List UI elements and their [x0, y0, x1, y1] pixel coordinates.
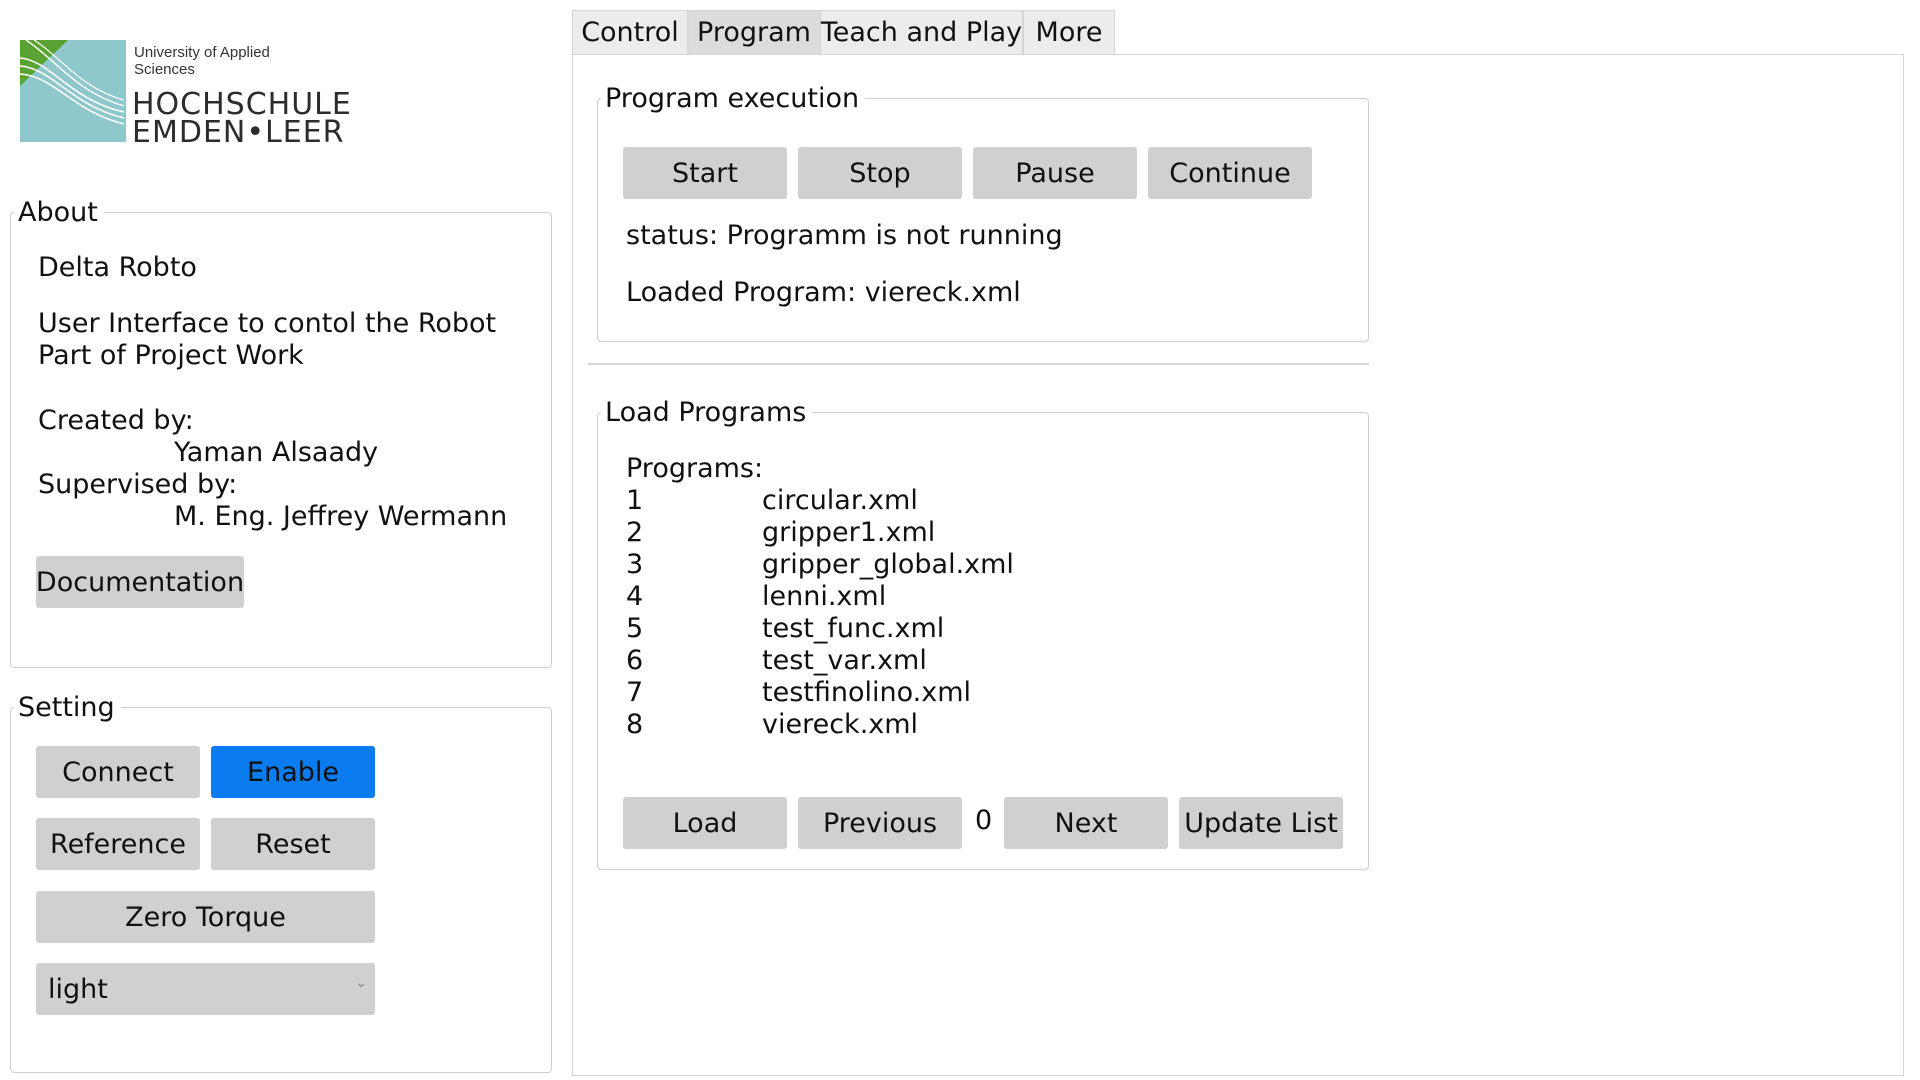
load-programs-legend: Load Programs — [601, 398, 813, 428]
program-filename: gripper_global.xml — [762, 549, 1014, 580]
pause-button[interactable]: Pause — [973, 147, 1137, 199]
about-legend: About — [14, 198, 104, 228]
program-index: 7 — [626, 677, 644, 708]
update-list-button[interactable]: Update List — [1179, 797, 1343, 849]
start-button[interactable]: Start — [623, 147, 787, 199]
program-filename: viereck.xml — [762, 709, 919, 740]
loaded-program: Loaded Program: viereck.xml — [626, 277, 1021, 308]
supervised-by-label: Supervised by: — [38, 469, 238, 500]
program-filename: circular.xml — [762, 485, 918, 516]
university-logo: University of Applied Sciences HOCHSCHUL… — [20, 38, 351, 148]
reference-button[interactable]: Reference — [36, 818, 200, 870]
program-filename: gripper1.xml — [762, 517, 936, 548]
theme-select[interactable]: light ⌄ — [36, 963, 375, 1015]
program-index: 1 — [626, 485, 644, 516]
program-index: 2 — [626, 517, 644, 548]
program-index: 5 — [626, 613, 644, 644]
tab-teach-and-play[interactable]: Teach and Play — [820, 10, 1023, 54]
program-index: 6 — [626, 645, 644, 676]
reset-button[interactable]: Reset — [211, 818, 375, 870]
created-by-label: Created by: — [38, 405, 194, 436]
program-execution-legend: Program execution — [601, 84, 866, 114]
program-filename: lenni.xml — [762, 581, 887, 612]
zero-torque-button[interactable]: Zero Torque — [36, 891, 375, 943]
program-index-counter: 0 — [975, 805, 993, 836]
setting-legend: Setting — [14, 693, 121, 723]
chevron-down-icon: ⌄ — [355, 975, 367, 991]
section-divider — [588, 363, 1369, 365]
connect-button[interactable]: Connect — [36, 746, 200, 798]
supervised-by-name: M. Eng. Jeffrey Wermann — [174, 501, 508, 532]
program-status: status: Programm is not running — [626, 220, 1063, 251]
logo-line2: EMDEN•LEER — [132, 115, 345, 150]
tab-control[interactable]: Control — [572, 10, 688, 54]
tab-more[interactable]: More — [1023, 10, 1115, 54]
load-button[interactable]: Load — [623, 797, 787, 849]
continue-button[interactable]: Continue — [1148, 147, 1312, 199]
theme-select-value: light — [48, 973, 108, 1005]
program-filename: testfinolino.xml — [762, 677, 972, 708]
programs-header: Programs: — [626, 453, 764, 484]
program-index: 4 — [626, 581, 644, 612]
tab-program[interactable]: Program — [688, 10, 820, 54]
enable-button[interactable]: Enable — [211, 746, 375, 798]
about-description-line2: Part of Project Work — [38, 340, 304, 371]
logo-mark-icon — [20, 40, 126, 142]
program-index: 3 — [626, 549, 644, 580]
previous-button[interactable]: Previous — [798, 797, 962, 849]
program-filename: test_func.xml — [762, 613, 945, 644]
logo-subtitle: University of Applied Sciences — [134, 44, 270, 78]
stop-button[interactable]: Stop — [798, 147, 962, 199]
created-by-name: Yaman Alsaady — [174, 437, 379, 468]
program-index: 8 — [626, 709, 644, 740]
program-filename: test_var.xml — [762, 645, 927, 676]
about-description-line1: User Interface to contol the Robot — [38, 308, 497, 339]
documentation-button[interactable]: Documentation — [36, 556, 244, 608]
next-button[interactable]: Next — [1004, 797, 1168, 849]
about-title: Delta Robto — [38, 252, 197, 283]
